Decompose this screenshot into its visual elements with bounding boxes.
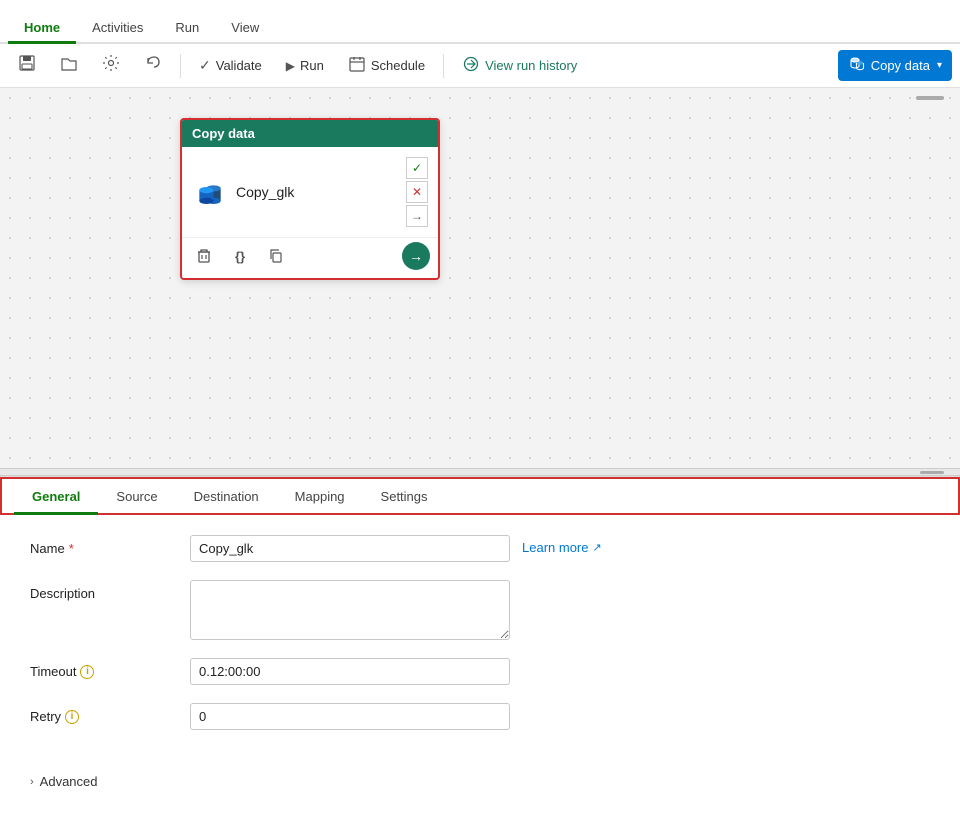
- activity-card-title: Copy data: [192, 126, 255, 141]
- run-button[interactable]: ▶ Run: [276, 53, 334, 78]
- database-icon: [192, 174, 228, 210]
- save-icon: [18, 54, 36, 77]
- panel-tab-general[interactable]: General: [14, 479, 98, 515]
- panel-collapse-handle[interactable]: [916, 96, 944, 100]
- nav-tab-run[interactable]: Run: [159, 12, 215, 44]
- name-row-right: Learn more ↗: [190, 535, 602, 562]
- view-run-history-button[interactable]: View run history: [452, 50, 587, 81]
- activity-card-header: Copy data: [182, 120, 438, 147]
- timeout-label: Timeout i: [30, 658, 170, 679]
- chevron-right-icon: ›: [30, 776, 34, 788]
- activity-card-body: Copy_glk ✓ ✕ →: [182, 147, 438, 233]
- panel-tab-mapping[interactable]: Mapping: [277, 479, 363, 515]
- retry-label: Retry i: [30, 703, 170, 724]
- canvas-area: Copy data Copy_glk ✓: [0, 88, 960, 468]
- form-area: Name * Learn more ↗ Description Timeout: [0, 515, 960, 768]
- retry-input[interactable]: [190, 703, 510, 730]
- splitter-handle-bar: [920, 471, 944, 474]
- close-action-button[interactable]: ✕: [406, 181, 428, 203]
- schedule-icon: [348, 55, 366, 76]
- check-icon: ✓: [199, 57, 211, 74]
- canvas-grid: [0, 88, 960, 468]
- open-icon: [60, 54, 78, 77]
- panel-tab-settings[interactable]: Settings: [363, 479, 446, 515]
- code-icon-button[interactable]: {}: [226, 242, 254, 270]
- timeout-input[interactable]: [190, 658, 510, 685]
- run-label: Run: [300, 58, 324, 73]
- schedule-button[interactable]: Schedule: [338, 50, 435, 81]
- save-button[interactable]: [8, 49, 46, 82]
- copy-data-icon: [848, 55, 866, 76]
- copy-data-button[interactable]: Copy data ▾: [838, 50, 952, 81]
- learn-more-link[interactable]: Learn more ↗: [522, 535, 602, 555]
- history-icon: [462, 55, 480, 76]
- external-link-icon: ↗: [592, 541, 601, 554]
- toolbar: ✓ Validate ▶ Run Schedule View run histo…: [0, 44, 960, 88]
- description-label: Description: [30, 580, 170, 601]
- panel-tabs: General Source Destination Mapping Setti…: [0, 477, 960, 515]
- view-run-history-label: View run history: [485, 58, 577, 73]
- delete-icon-button[interactable]: [190, 242, 218, 270]
- name-label: Name *: [30, 535, 170, 556]
- divider-1: [180, 54, 181, 78]
- retry-info-icon[interactable]: i: [65, 710, 79, 724]
- copy-data-label: Copy data: [871, 58, 930, 73]
- validate-label: Validate: [216, 58, 262, 73]
- nav-tab-view[interactable]: View: [215, 12, 275, 44]
- side-actions: ✓ ✕ →: [406, 157, 428, 227]
- arrow-action-button[interactable]: →: [406, 205, 428, 227]
- copy-icon-button[interactable]: [262, 242, 290, 270]
- go-arrow-button[interactable]: →: [402, 242, 430, 270]
- open-button[interactable]: [50, 49, 88, 82]
- form-row-retry: Retry i: [30, 703, 930, 730]
- activity-card-name: Copy_glk: [236, 184, 294, 200]
- panel-splitter[interactable]: [0, 468, 960, 476]
- panel-tab-source[interactable]: Source: [98, 479, 175, 515]
- top-nav: Home Activities Run View: [0, 0, 960, 44]
- advanced-label: Advanced: [40, 774, 98, 789]
- nav-tab-activities[interactable]: Activities: [76, 12, 159, 44]
- run-icon: ▶: [286, 59, 295, 73]
- schedule-label: Schedule: [371, 58, 425, 73]
- form-row-description: Description: [30, 580, 930, 640]
- nav-tab-home[interactable]: Home: [8, 12, 76, 44]
- divider-2: [443, 54, 444, 78]
- panel-tab-destination[interactable]: Destination: [176, 479, 277, 515]
- required-indicator: *: [69, 541, 74, 556]
- copy-data-dropdown-icon[interactable]: ▾: [937, 60, 942, 71]
- activity-card[interactable]: Copy data Copy_glk ✓: [180, 118, 440, 280]
- form-row-name: Name * Learn more ↗: [30, 535, 930, 562]
- bottom-panel: General Source Destination Mapping Setti…: [0, 476, 960, 834]
- timeout-info-icon[interactable]: i: [80, 665, 94, 679]
- gear-icon: [102, 54, 120, 77]
- advanced-section[interactable]: › Advanced: [0, 768, 960, 795]
- undo-icon: [144, 54, 162, 77]
- form-row-timeout: Timeout i: [30, 658, 930, 685]
- validate-button[interactable]: ✓ Validate: [189, 52, 272, 79]
- check-action-button[interactable]: ✓: [406, 157, 428, 179]
- name-input[interactable]: [190, 535, 510, 562]
- settings-button[interactable]: [92, 49, 130, 82]
- activity-card-footer: {} →: [182, 237, 438, 278]
- undo-button[interactable]: [134, 49, 172, 82]
- description-textarea[interactable]: [190, 580, 510, 640]
